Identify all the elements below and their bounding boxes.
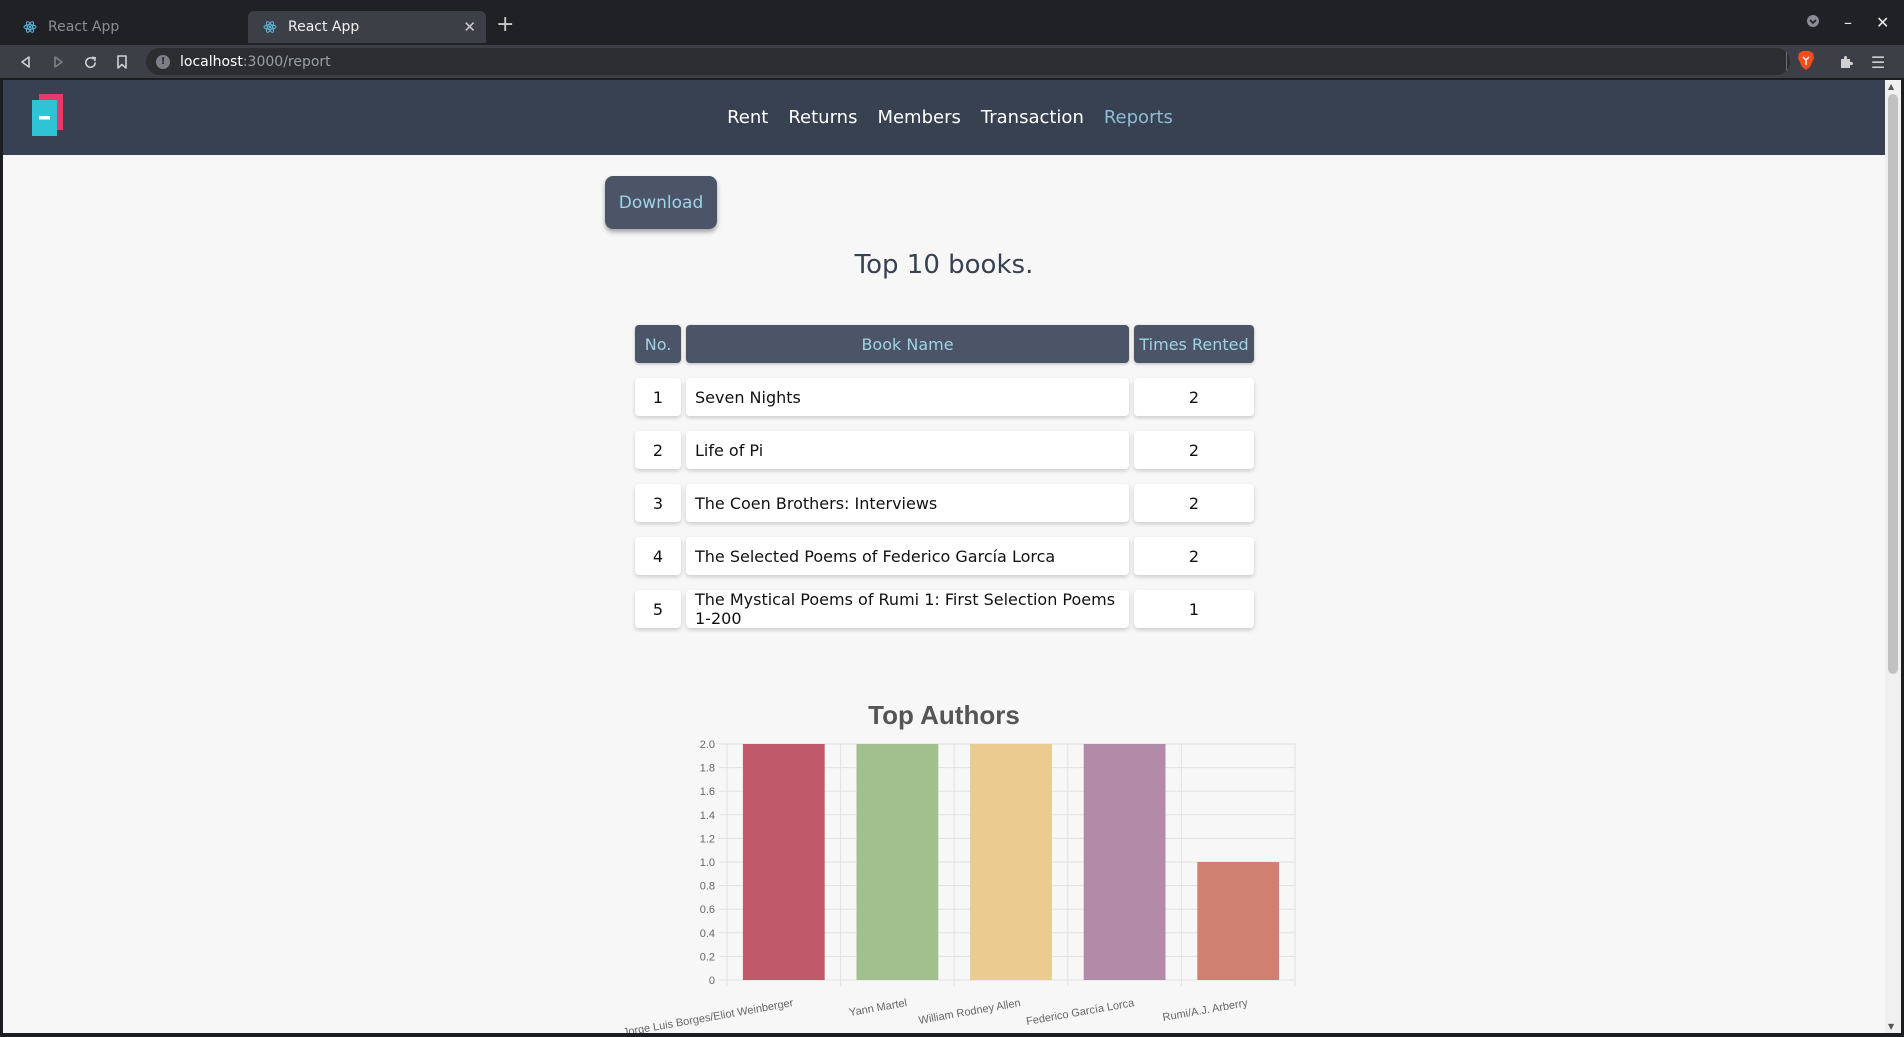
address-bar: ! localhost:3000/report ☰ (0, 45, 1904, 78)
minimize-icon[interactable]: – (1844, 13, 1852, 32)
url-path: :3000/report (242, 53, 331, 70)
back-icon[interactable] (14, 50, 38, 74)
tab-title: React App (288, 19, 360, 35)
extensions-icon[interactable] (1834, 50, 1858, 74)
y-tick-label: 0.6 (700, 904, 715, 916)
react-icon (22, 19, 38, 35)
browser-tab-active[interactable]: React App ✕ (248, 11, 486, 43)
y-tick-label: 0.2 (700, 951, 715, 963)
browser-tab-bar: React App React App ✕ + – ✕ (0, 0, 1904, 51)
page-viewport: Rent Returns Members Transaction Reports… (3, 80, 1885, 1033)
scrollbar[interactable]: ▲ ▼ (1885, 80, 1901, 1033)
y-tick-label: 1.0 (700, 857, 715, 869)
scrollbar-thumb[interactable] (1888, 94, 1898, 674)
x-tick-label: Rumi/A.J. Arberry (1162, 997, 1249, 1024)
tab-search-icon[interactable] (1806, 13, 1820, 32)
x-tick-label: Yann Martel (848, 997, 908, 1019)
chart-bar (856, 744, 939, 980)
close-tab-icon[interactable]: ✕ (463, 18, 476, 36)
x-tick-label: Jorge Luis Borges/Eliot Weinberger (622, 997, 795, 1033)
site-info-icon[interactable]: ! (156, 54, 170, 69)
browser-tab-inactive[interactable]: React App (8, 11, 246, 43)
y-tick-label: 0.4 (700, 928, 715, 940)
close-window-icon[interactable]: ✕ (1876, 13, 1889, 32)
y-tick-label: 1.6 (700, 786, 715, 798)
y-tick-label: 0 (709, 975, 715, 987)
new-tab-button[interactable]: + (496, 12, 514, 38)
bookmark-icon[interactable] (110, 50, 134, 74)
chart-bar (970, 744, 1052, 980)
reload-icon[interactable] (78, 50, 102, 74)
forward-icon[interactable] (46, 50, 70, 74)
tab-title: React App (48, 19, 120, 35)
url-field[interactable]: ! localhost:3000/report (146, 48, 1790, 75)
brave-shield-icon[interactable] (1797, 50, 1817, 72)
y-tick-label: 1.8 (700, 763, 715, 775)
react-icon (262, 19, 278, 35)
y-tick-label: 0.8 (700, 881, 715, 893)
x-tick-label: William Rodney Allen (918, 997, 1022, 1027)
x-tick-label: Federico García Lorca (1025, 997, 1136, 1028)
url-host: localhost (180, 53, 243, 70)
scroll-up-icon[interactable]: ▲ (1888, 82, 1894, 91)
top-authors-chart: 0 0.2 0.4 0.6 0.8 1.0 1.2 1.4 1.6 1.8 2.0 Jorge Lui… (622, 739, 1296, 1033)
y-tick-label: 1.2 (700, 833, 715, 845)
chart-bar (742, 744, 825, 980)
menu-icon[interactable]: ☰ (1866, 50, 1890, 74)
chart-bar (1083, 744, 1166, 980)
y-tick-label: 1.4 (700, 810, 715, 822)
y-tick-label: 2.0 (700, 739, 715, 751)
scroll-down-icon[interactable]: ▼ (1888, 1022, 1894, 1031)
divider (1786, 52, 1787, 71)
chart-bar (1197, 862, 1280, 980)
